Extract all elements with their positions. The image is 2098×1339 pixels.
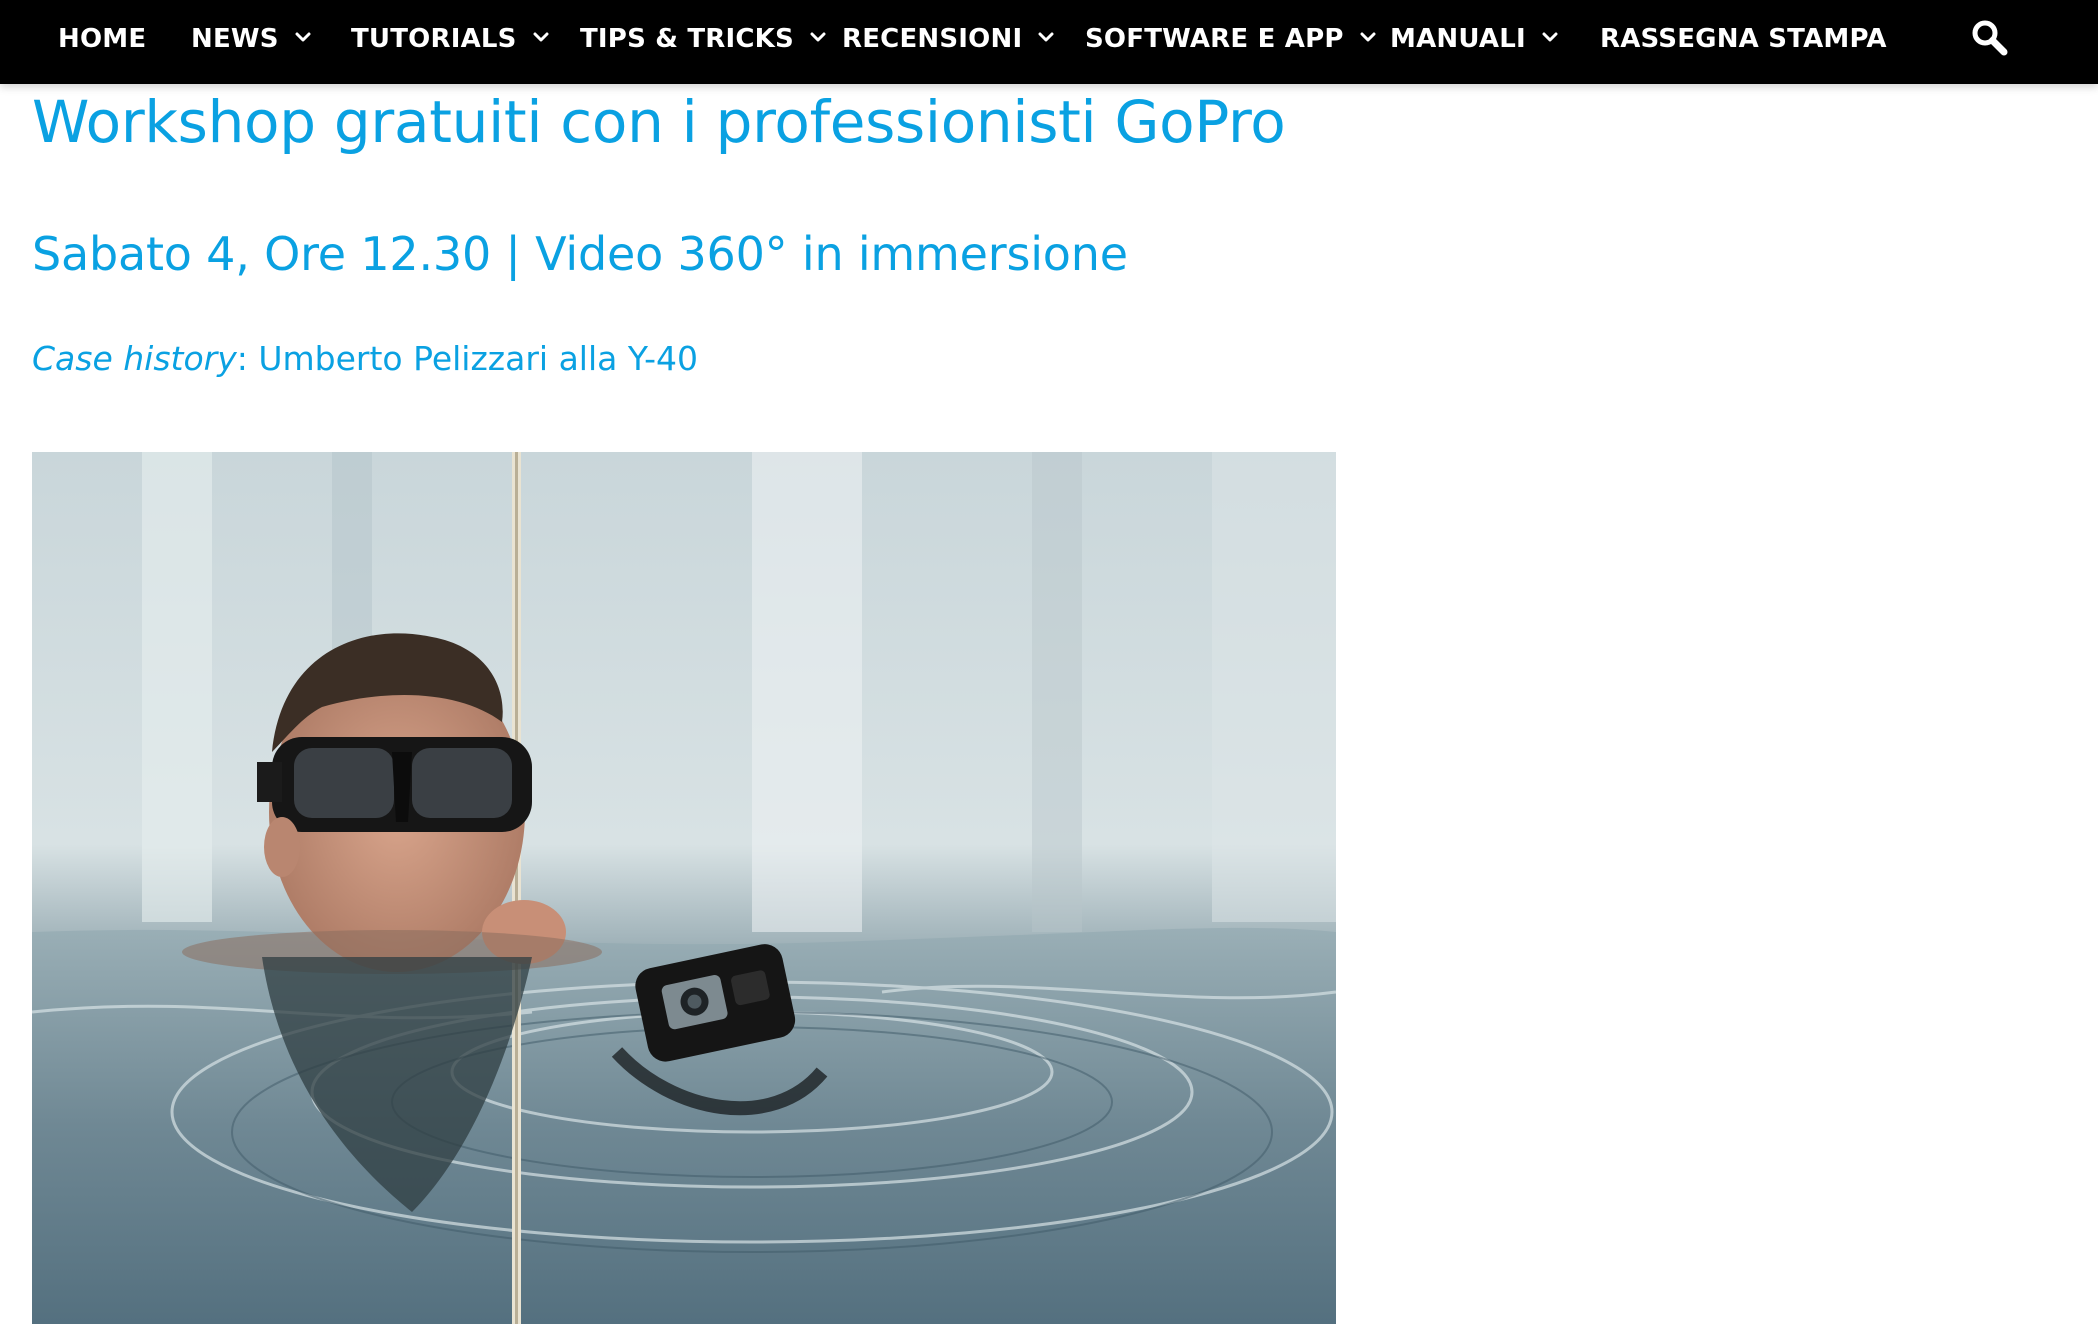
chevron-down-icon (1038, 29, 1054, 45)
chevron-down-icon (810, 29, 826, 45)
nav-item-label: RASSEGNA STAMPA (1600, 24, 1887, 54)
nav-item-home[interactable]: HOME (58, 0, 146, 78)
nav-item-rassegna-stampa[interactable]: RASSEGNA STAMPA (1600, 0, 1887, 78)
chevron-down-icon (533, 29, 549, 45)
chevron-down-icon (1542, 29, 1558, 45)
article-subtitle: Sabato 4, Ore 12.30 | Video 360° in imme… (32, 227, 1128, 281)
search-button[interactable] (1970, 18, 2010, 58)
nav-item-manuali[interactable]: MANUALI (1390, 0, 1558, 78)
nav-item-news[interactable]: NEWS (191, 0, 311, 78)
nav-item-tips-and-tricks[interactable]: TIPS & TRICKS (580, 0, 826, 78)
case-history-line: Case history: Umberto Pelizzari alla Y-4… (32, 336, 698, 382)
top-navigation-bar: HOME NEWS TUTORIALS TIPS & TRICKS RECENS… (0, 0, 2098, 84)
chevron-down-icon (1360, 29, 1376, 45)
nav-item-label: TIPS & TRICKS (580, 24, 794, 54)
nav-item-label: MANUALI (1390, 24, 1526, 54)
freediver-photo-illustration (32, 452, 1336, 1324)
nav-item-label: HOME (58, 24, 147, 54)
search-icon (1972, 20, 2008, 56)
nav-item-label: SOFTWARE E APP (1085, 24, 1344, 54)
nav-item-tutorials[interactable]: TUTORIALS (351, 0, 549, 78)
case-history-text: : Umberto Pelizzari alla Y-40 (236, 339, 698, 378)
nav-item-label: NEWS (191, 24, 279, 54)
nav-item-software-e-app[interactable]: SOFTWARE E APP (1085, 0, 1376, 78)
nav-item-recensioni[interactable]: RECENSIONI (842, 0, 1054, 78)
article-photo (32, 452, 1336, 1324)
nav-item-label: TUTORIALS (351, 24, 517, 54)
article-title: Workshop gratuiti con i professionisti G… (32, 88, 1286, 156)
case-history-label: Case history (32, 339, 237, 378)
nav-item-label: RECENSIONI (842, 24, 1023, 54)
chevron-down-icon (295, 29, 311, 45)
